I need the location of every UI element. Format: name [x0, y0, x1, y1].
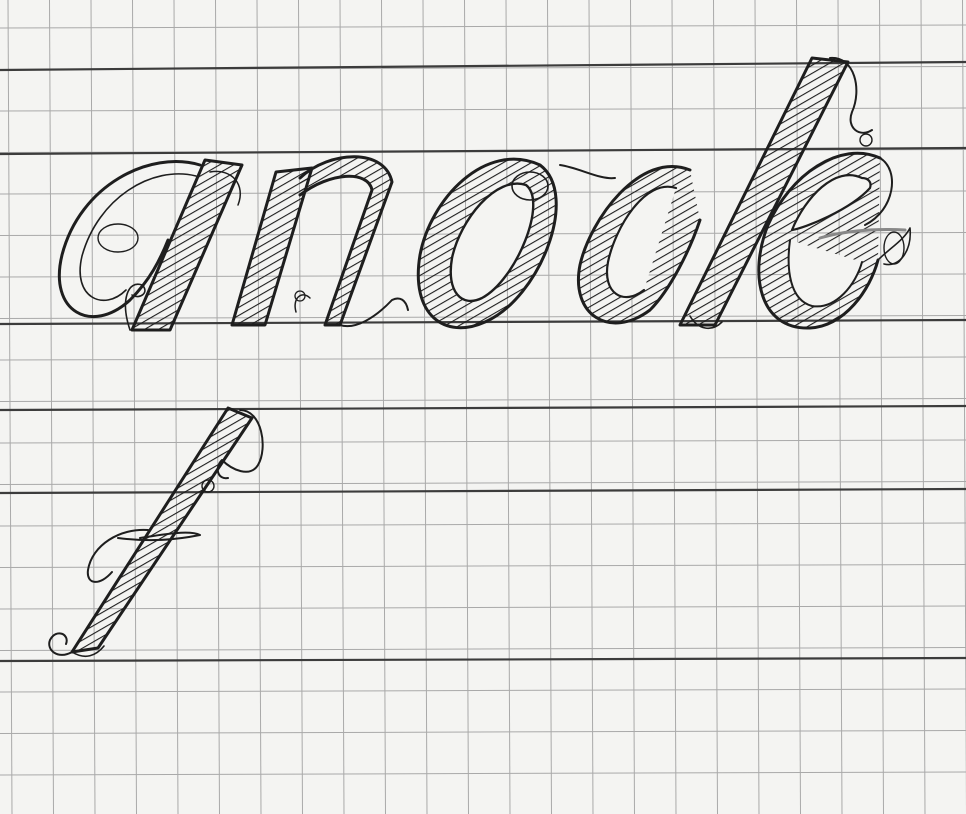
sketch-canvas: anode f — [0, 0, 966, 814]
grid-paper-sheet: anode f — [0, 0, 966, 814]
